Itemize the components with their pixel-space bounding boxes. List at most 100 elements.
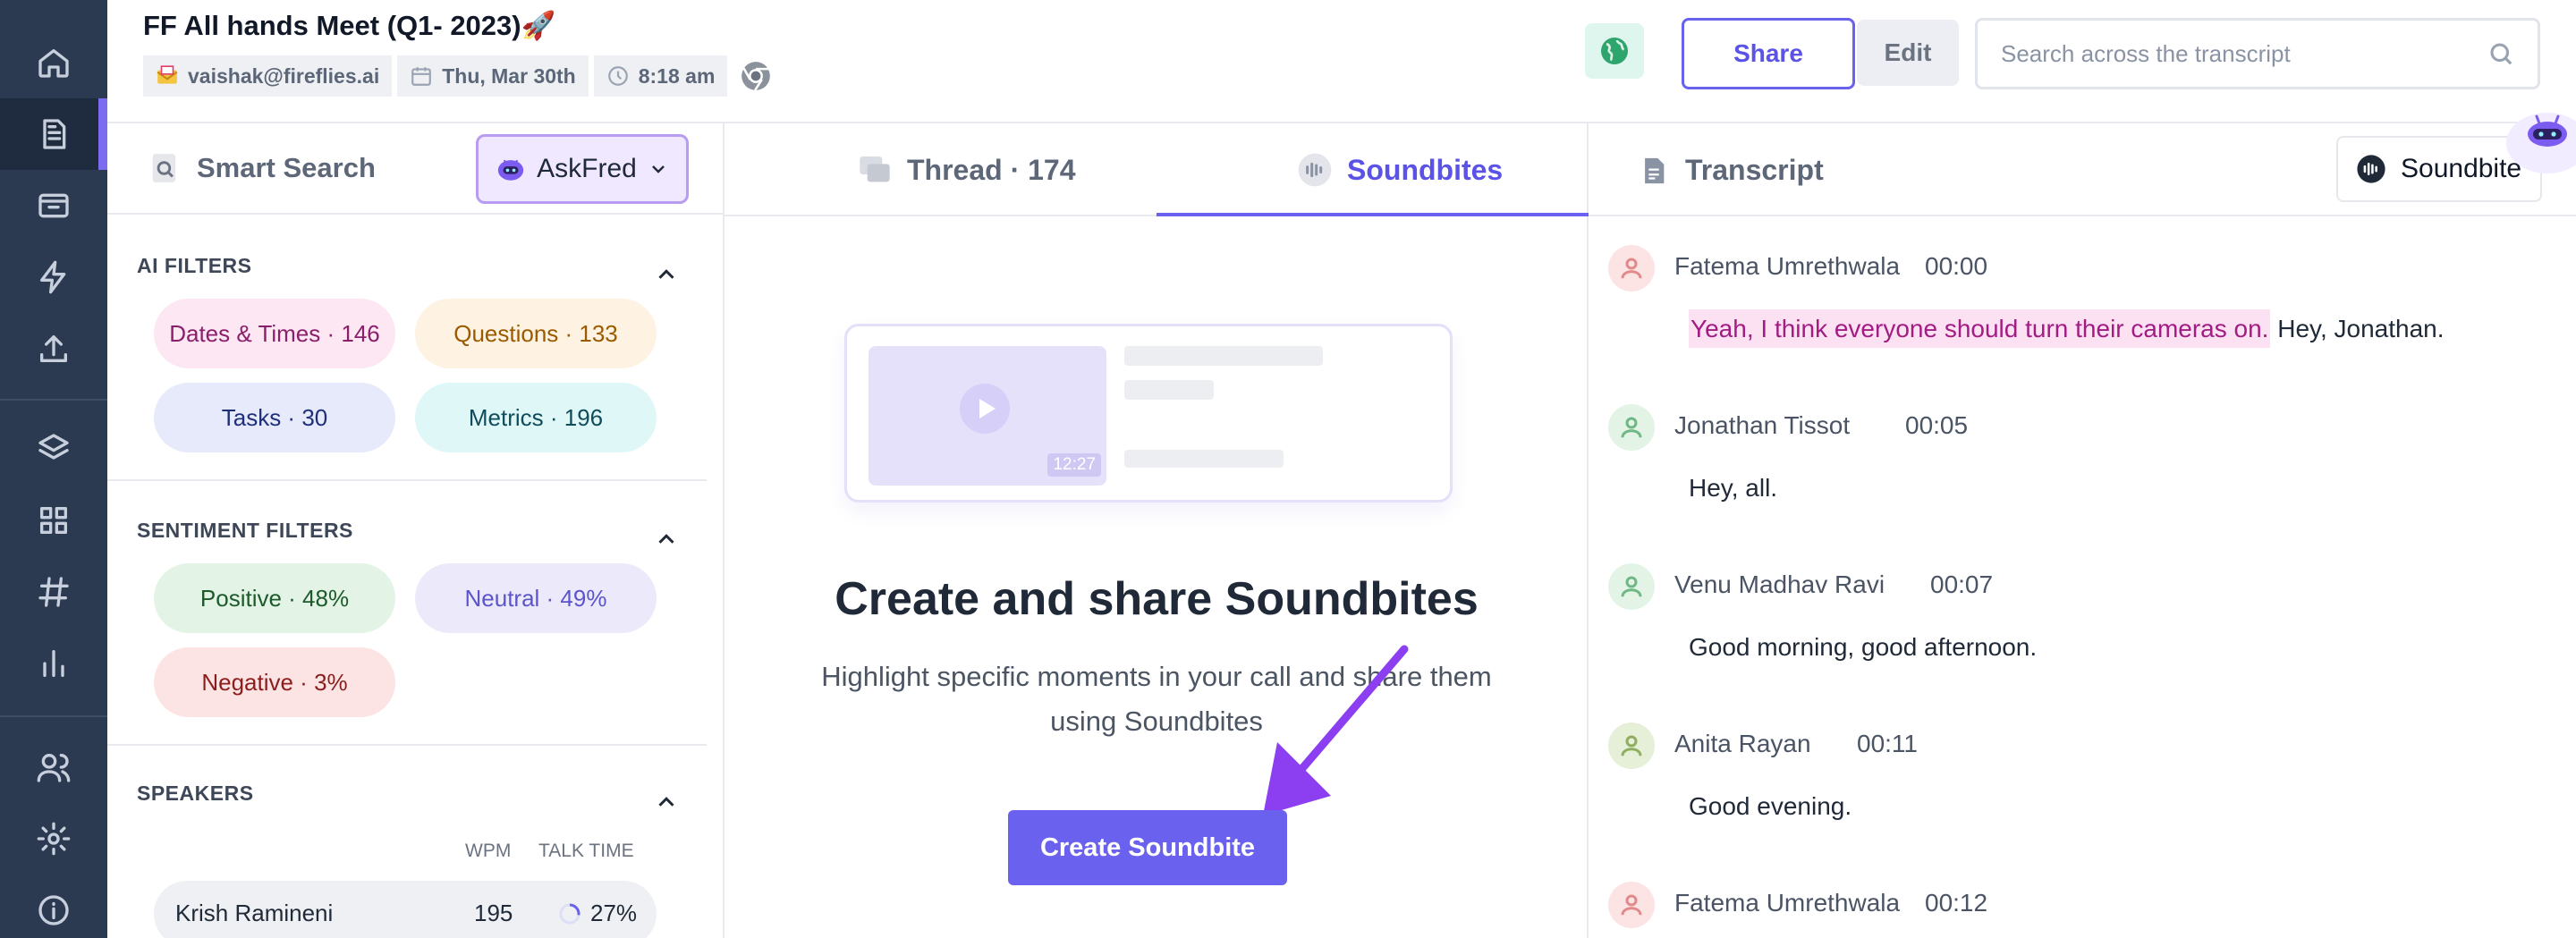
smart-search-icon <box>152 154 176 182</box>
hashtag-icon <box>38 577 69 607</box>
filter-chip-tasks[interactable]: Tasks · 30 <box>154 383 395 452</box>
filter-chip-questions[interactable]: Questions · 133 <box>415 299 657 368</box>
askfred-dropdown[interactable]: AskFred <box>476 134 689 204</box>
avatar[interactable] <box>1608 563 1655 610</box>
filter-chip-metrics[interactable]: Metrics · 196 <box>415 383 657 452</box>
speaker-name[interactable]: Venu Madhav Ravi <box>1674 570 1885 599</box>
layers-icon <box>38 434 69 460</box>
chevron-up-icon[interactable] <box>653 526 680 553</box>
transcript-search[interactable] <box>1975 18 2540 89</box>
speaker-row[interactable]: Krish Ramineni 195 27% <box>154 881 657 938</box>
nav-channels[interactable] <box>0 556 107 628</box>
tab-thread-label: Thread · 174 <box>907 153 1076 186</box>
upload-icon <box>40 335 68 362</box>
language-button[interactable] <box>1585 23 1644 79</box>
placeholder-line <box>1124 450 1284 468</box>
askfred-floating-robot-icon[interactable] <box>2496 106 2576 173</box>
organizer-chip[interactable]: vaishak@fireflies.ai <box>143 55 393 97</box>
meeting-meta: vaishak@fireflies.ai Thu, Mar 30th 8:18 … <box>143 55 728 97</box>
user-icon <box>1621 576 1642 597</box>
center-tabs: Thread · 174 Soundbites <box>724 123 1589 216</box>
search-icon[interactable] <box>2487 40 2514 67</box>
apps-icon <box>40 507 68 534</box>
highlighted-text[interactable]: Yeah, I think everyone should turn their… <box>1689 309 2271 348</box>
tab-thread[interactable]: Thread · 174 <box>857 123 1076 216</box>
nav-settings[interactable] <box>0 803 107 875</box>
nav-notebook[interactable] <box>0 98 107 170</box>
nav-meetings[interactable] <box>0 170 107 241</box>
timestamp[interactable]: 00:05 <box>1905 411 1968 440</box>
utterance-text[interactable]: Good morning, good afternoon. <box>1689 633 2037 662</box>
speakers-title: SPEAKERS <box>137 782 254 805</box>
sentiment-filters-title: SENTIMENT FILTERS <box>137 519 353 542</box>
transcript-title: Transcript <box>1685 154 1824 186</box>
speaker-name: Krish Ramineni <box>175 900 334 926</box>
ai-filters-section: AI FILTERS Dates & Times · 146 Questions… <box>107 215 707 481</box>
nav-topics[interactable] <box>0 413 107 485</box>
filter-chip-negative[interactable]: Negative · 3% <box>154 647 395 717</box>
ai-filters-title: AI FILTERS <box>137 254 252 277</box>
document-icon <box>1645 157 1665 184</box>
tab-soundbites[interactable]: Soundbites <box>1297 123 1503 216</box>
talk-time-header: TALK TIME <box>538 841 634 861</box>
timestamp[interactable]: 00:12 <box>1925 889 1987 917</box>
speaker-name[interactable]: Fatema Umrethwala <box>1674 252 1900 281</box>
avatar[interactable] <box>1608 882 1655 928</box>
meeting-header: FF All hands Meet (Q1- 2023)🚀 vaishak@fi… <box>107 0 2576 123</box>
timestamp[interactable]: 00:00 <box>1925 252 1987 281</box>
utterance-text[interactable]: Yeah, I think everyone should turn their… <box>1689 309 2445 348</box>
speaker-name[interactable]: Jonathan Tissot <box>1674 411 1850 440</box>
transcript-panel: Transcript Soundbite Fatema Umrethwala 0… <box>1589 123 2576 938</box>
nav-team[interactable] <box>0 731 107 803</box>
utterance-text[interactable]: Hey, all. <box>1689 474 1777 503</box>
nav-apps[interactable] <box>0 485 107 556</box>
thread-icon <box>860 156 890 182</box>
chevron-up-icon[interactable] <box>653 261 680 288</box>
share-button[interactable]: Share <box>1682 18 1855 89</box>
utterance-text[interactable]: Good evening. <box>1689 792 1852 821</box>
chrome-icon[interactable] <box>739 59 773 93</box>
askfred-label: AskFred <box>537 154 637 183</box>
placeholder-line <box>1124 380 1214 400</box>
smart-search-label: Smart Search <box>197 152 376 183</box>
soundbite-icon <box>1298 153 1332 187</box>
placeholder-line <box>1124 346 1323 366</box>
globe-icon <box>1601 38 1628 64</box>
timestamp[interactable]: 00:11 <box>1857 730 1918 758</box>
speaker-name[interactable]: Anita Rayan <box>1674 730 1811 758</box>
speaker-name[interactable]: Fatema Umrethwala <box>1674 889 1900 917</box>
transcript-search-input[interactable] <box>2001 39 2487 68</box>
nav-analytics[interactable] <box>0 628 107 699</box>
info-icon <box>38 895 69 925</box>
timestamp[interactable]: 00:07 <box>1930 570 1993 599</box>
transcript-header: Transcript Soundbite <box>1589 123 2576 216</box>
user-icon <box>1621 258 1642 279</box>
filter-chip-neutral[interactable]: Neutral · 49% <box>415 563 657 633</box>
pointer-arrow-icon <box>1263 645 1409 815</box>
chevron-up-icon[interactable] <box>653 789 680 815</box>
filter-chip-positive[interactable]: Positive · 48% <box>154 563 395 633</box>
rail-divider <box>0 715 107 717</box>
edit-button[interactable]: Edit <box>1857 20 1959 86</box>
nav-integrations[interactable] <box>0 241 107 313</box>
center-panel: Thread · 174 Soundbites 12:27 Create and… <box>724 123 1589 938</box>
speaker-wpm: 195 <box>474 900 513 926</box>
notes-icon <box>43 119 66 149</box>
team-icon <box>37 754 71 782</box>
avatar[interactable] <box>1608 245 1655 292</box>
avatar[interactable] <box>1608 723 1655 769</box>
date-chip: Thu, Mar 30th <box>397 55 589 97</box>
chevron-down-icon <box>651 165 665 173</box>
filter-chip-dates[interactable]: Dates & Times · 146 <box>154 299 395 368</box>
calendar-icon <box>411 67 432 86</box>
nav-home[interactable] <box>0 27 107 98</box>
nav-upload[interactable] <box>0 313 107 384</box>
create-soundbite-button[interactable]: Create Soundbite <box>1008 810 1287 885</box>
organizer-email: vaishak@fireflies.ai <box>188 63 380 88</box>
smart-search-panel: Smart Search AskFred AI FILTERS Dates & … <box>107 123 724 938</box>
avatar[interactable] <box>1608 404 1655 451</box>
nav-help[interactable] <box>0 875 107 938</box>
meeting-time: 8:18 am <box>638 63 716 88</box>
settings-icon <box>37 822 71 856</box>
empty-state-title: Create and share Soundbites <box>835 573 1479 625</box>
